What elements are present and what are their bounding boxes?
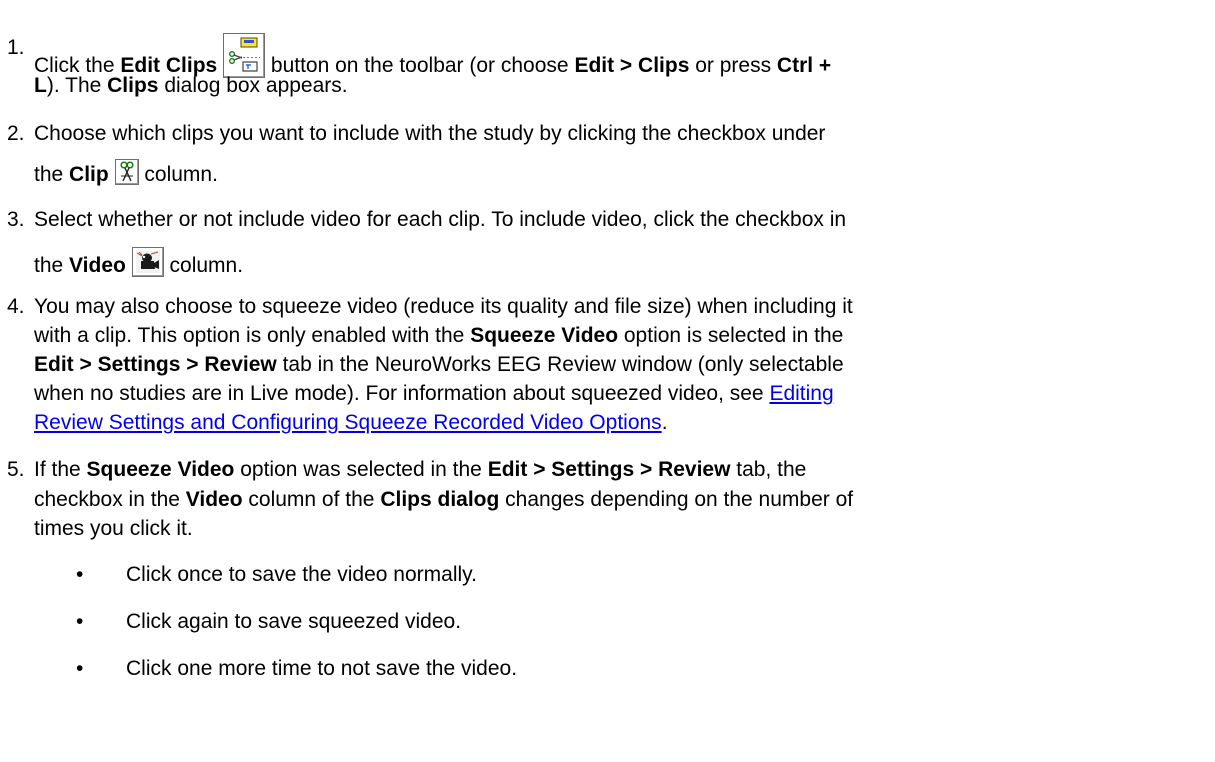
step-text: column. xyxy=(144,163,218,186)
ui-term: Clips xyxy=(107,74,159,97)
step-text: times you click it. xyxy=(34,517,193,540)
bullet-dot: • xyxy=(76,610,84,633)
step-text: . xyxy=(661,411,668,434)
step-text: option is selected in the xyxy=(618,324,844,347)
step-text: the xyxy=(34,163,70,186)
ui-term: Clips dialog xyxy=(380,488,500,511)
ui-term: Edit > Settings > Review xyxy=(34,353,277,376)
editing-review-settings-link[interactable]: Editing xyxy=(769,382,833,405)
step-text: Choose which clips you want to include w… xyxy=(34,122,826,145)
step-text: dialog box appears. xyxy=(158,74,348,97)
step-number: 5. xyxy=(7,458,25,481)
bullet-dot: • xyxy=(76,657,84,680)
ui-term: Squeeze Video xyxy=(86,458,235,481)
ui-term: Video xyxy=(185,488,243,511)
video-camera-icon xyxy=(131,247,164,277)
step-text: when no studies are in Live mode). For i… xyxy=(34,382,770,405)
step-text: column of the xyxy=(242,488,381,511)
step-number: 4. xyxy=(7,295,25,318)
ui-term: Squeeze Video xyxy=(470,324,619,347)
step-text: with a clip. This option is only enabled… xyxy=(34,324,471,347)
editing-review-settings-link-cont[interactable]: Review Settings and Configuring Squeeze … xyxy=(34,411,662,434)
step-text: tab in the NeuroWorks EEG Review window … xyxy=(276,353,844,376)
step-text: option was selected in the xyxy=(234,458,488,481)
step-number: 2. xyxy=(7,122,25,145)
step-text: column. xyxy=(169,254,244,277)
ui-term: Clip xyxy=(69,163,109,186)
bullet-dot: • xyxy=(76,563,84,586)
step-text: tab, the xyxy=(730,458,807,481)
step-text: checkbox in the xyxy=(34,488,186,511)
step-number: 1. xyxy=(7,36,25,59)
step-text: the xyxy=(34,254,70,277)
step-text: ). The xyxy=(46,74,108,97)
step-text: You may also choose to squeeze video (re… xyxy=(34,295,853,318)
ui-term: Edit > Settings > Review xyxy=(487,458,731,481)
bullet-text: Click again to save squeezed video. xyxy=(126,610,462,633)
step-text: Select whether or not include video for … xyxy=(34,208,847,231)
step-text: changes depending on the number of xyxy=(499,488,854,511)
scissors-icon xyxy=(114,159,139,185)
step-number: 3. xyxy=(7,208,25,231)
ui-term: Video xyxy=(69,254,126,277)
ui-term: L xyxy=(34,74,47,97)
bullet-text: Click once to save the video normally. xyxy=(126,563,477,586)
bullet-text: Click one more time to not save the vide… xyxy=(126,657,518,680)
step-text: If the xyxy=(34,458,87,481)
